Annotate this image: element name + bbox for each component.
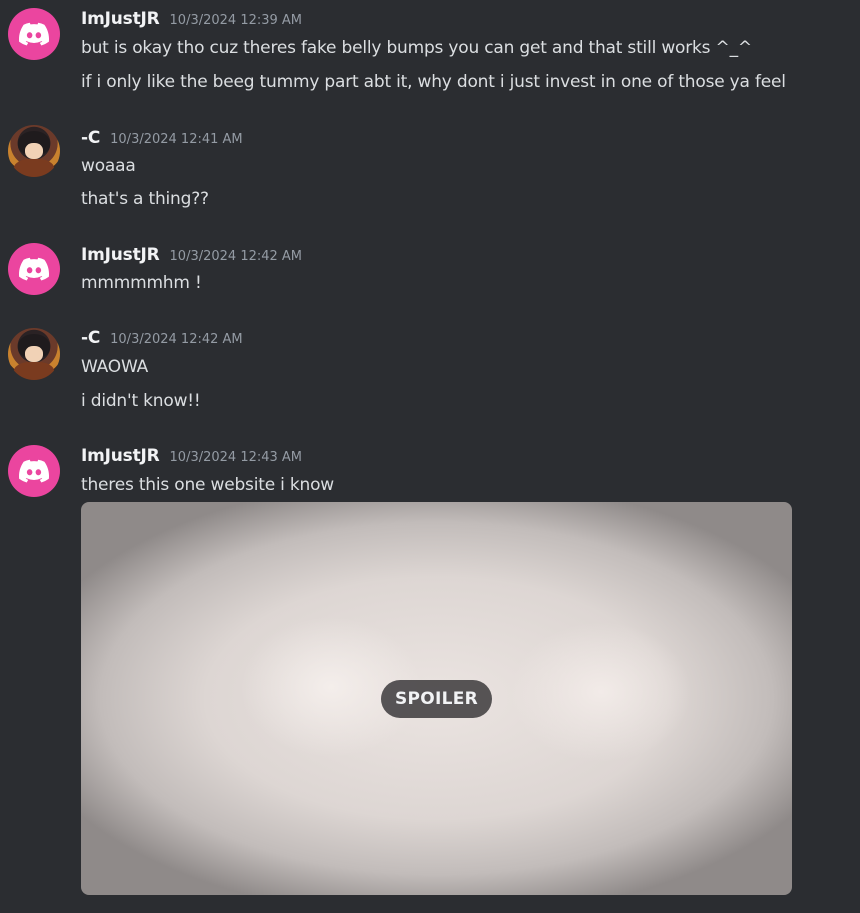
avatar[interactable] [8,243,60,295]
message-text: i didn't know!! [81,391,201,411]
discord-logo-icon [19,257,49,281]
timestamp: 10/3/2024 12:42 AM [169,249,303,264]
username[interactable]: ImJustJR [81,446,160,466]
avatar[interactable] [8,328,60,380]
username[interactable]: -C [81,328,100,348]
message-text: woaaa [81,156,136,176]
username[interactable]: -C [81,128,100,148]
discord-logo-icon [19,459,49,483]
username[interactable]: ImJustJR [81,9,160,29]
timestamp: 10/3/2024 12:41 AM [110,132,243,147]
avatar[interactable] [8,8,60,60]
spoiler-image-attachment[interactable]: SPOILER [81,502,792,895]
spoiler-label[interactable]: SPOILER [381,680,492,718]
avatar[interactable] [8,445,60,497]
timestamp: 10/3/2024 12:39 AM [169,13,303,28]
avatar[interactable] [8,125,60,177]
message-text: WAOWA [81,357,149,377]
username[interactable]: ImJustJR [81,245,160,265]
message-text: that's a thing?? [81,189,209,209]
message-text: if i only like the beeg tummy part abt i… [81,72,786,92]
timestamp: 10/3/2024 12:42 AM [110,332,243,347]
message-text: mmmmmhm ! [81,273,202,293]
message-text: but is okay tho cuz theres fake belly bu… [81,38,752,58]
message-text: theres this one website i know [81,475,335,495]
timestamp: 10/3/2024 12:43 AM [169,450,303,465]
discord-logo-icon [19,22,49,46]
